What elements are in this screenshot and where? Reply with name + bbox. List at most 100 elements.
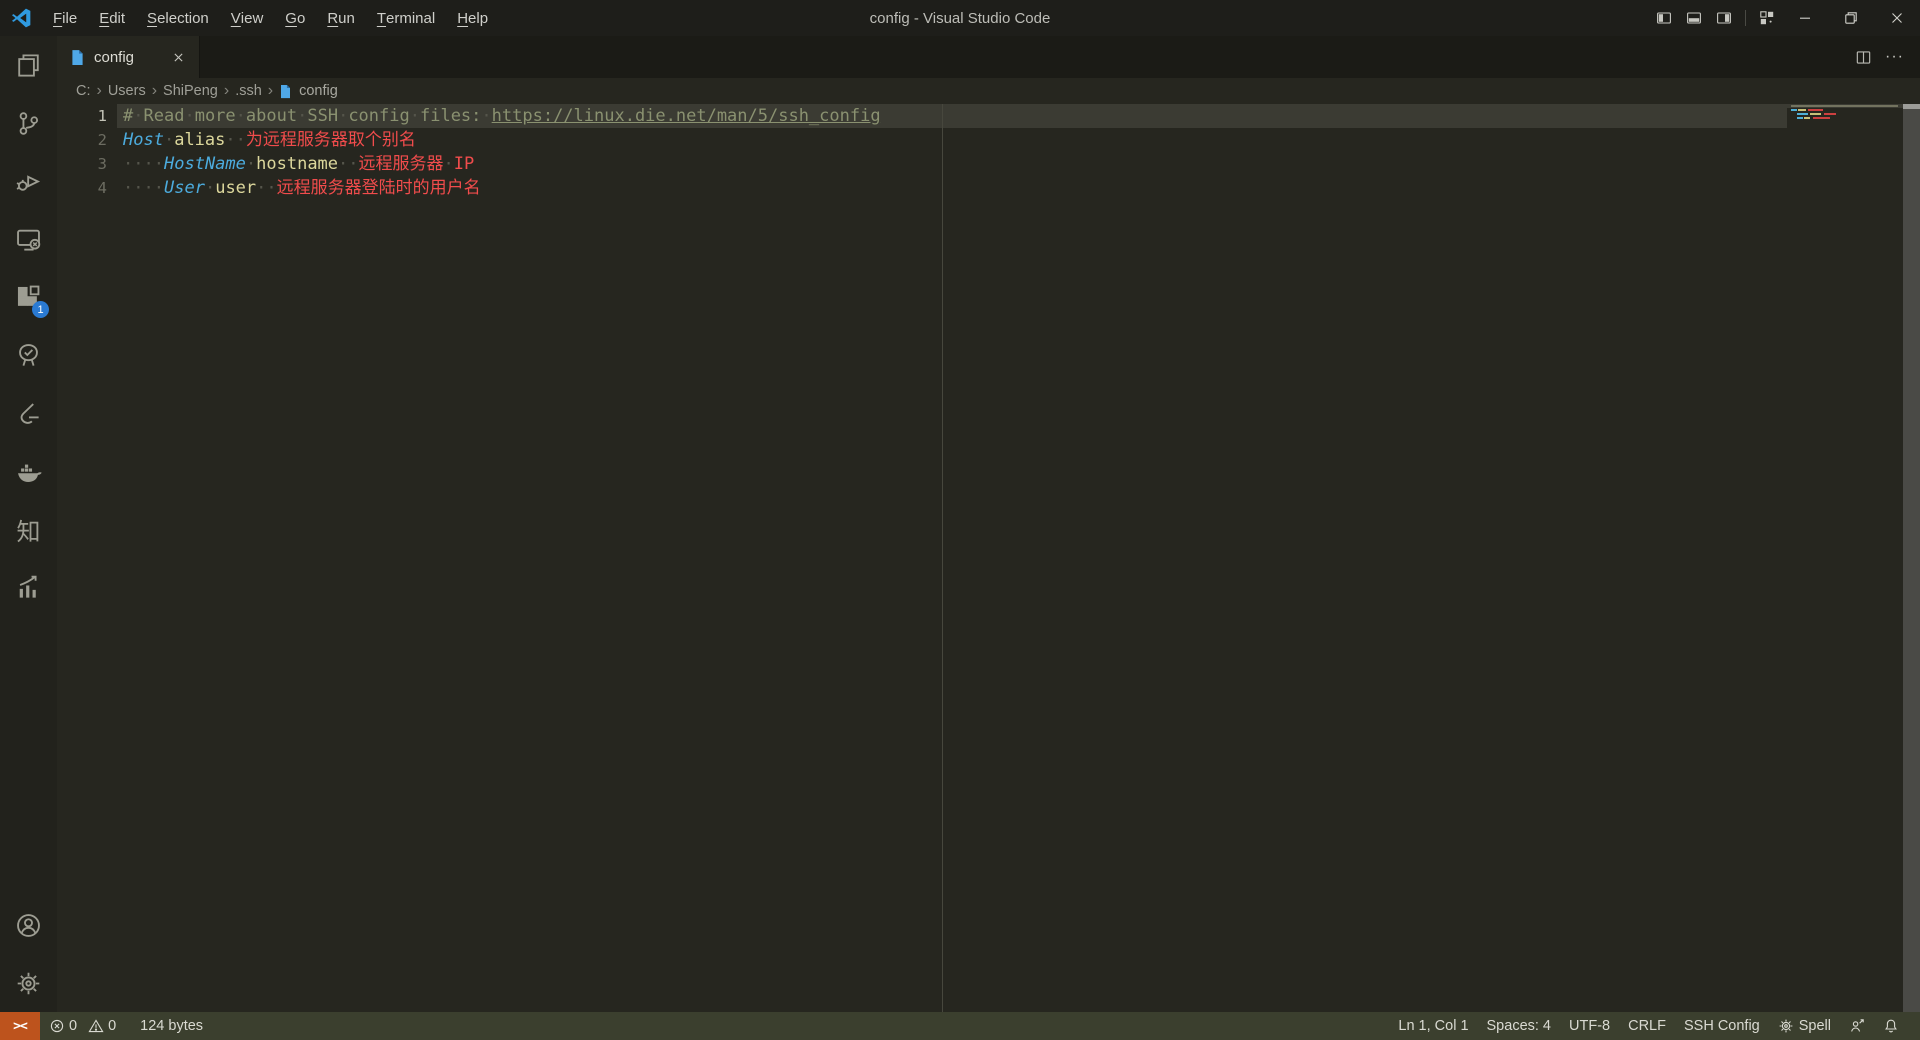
activity-zhihu[interactable]: 知 [0,500,57,558]
more-actions-icon: ··· [1885,48,1904,66]
debug-icon [15,168,42,195]
scrollbar[interactable] [1903,104,1920,1012]
remote-indicator[interactable]: >< [0,1012,40,1040]
line-number: 4 [57,176,107,200]
file-size-status[interactable]: 124 bytes [131,1012,212,1040]
titlebar-controls [1649,0,1920,36]
panel-left-icon [1656,10,1672,26]
indentation-status[interactable]: Spaces: 4 [1478,1012,1561,1040]
stats-icon [15,574,42,601]
person-icon [1849,1018,1865,1034]
token-comment-link: https://linux.die.net/man/5/ssh_config [492,106,881,126]
token-annotation: 远程服务器·IP [359,154,475,174]
status-left: >< 00124 bytes [0,1012,212,1040]
encoding-status[interactable]: UTF-8 [1560,1012,1619,1040]
breadcrumb-segment[interactable]: ShiPeng [162,83,219,99]
menu-bar: FileEditSelectionViewGoRunTerminalHelp [42,0,499,36]
close-icon[interactable] [167,46,189,68]
split-editor-icon [1855,49,1872,66]
breadcrumb-file[interactable]: config [278,83,338,99]
customize-layout-button[interactable] [1752,5,1782,31]
account-icon [15,912,42,939]
panel-right-toggle[interactable] [1709,5,1739,31]
minimize-icon [1797,10,1813,26]
problems-status[interactable]: 00 [40,1012,131,1040]
error-icon [49,1018,65,1034]
activity-stats[interactable] [0,558,57,616]
status-bar: >< 00124 bytes Ln 1, Col 1Spaces: 4UTF-8C… [0,1012,1920,1040]
menu-run[interactable]: Run [316,0,366,36]
title-bar: FileEditSelectionViewGoRunTerminalHelp c… [0,0,1920,36]
token-keyword: HostName [164,154,246,174]
cursor-position-status[interactable]: Ln 1, Col 1 [1389,1012,1477,1040]
editor-actions: ··· [1848,36,1920,78]
menu-file[interactable]: File [42,0,88,36]
menu-help[interactable]: Help [446,0,499,36]
zhihu-icon: 知 [17,512,41,547]
chevron-right-icon: › [97,82,102,100]
line-content: #·Read·more·about·SSH·config·files:·http… [117,104,1787,128]
token-annotation: 为远程服务器取个别名 [246,130,416,150]
token-value: hostname [256,154,338,174]
restore-button[interactable] [1828,0,1874,36]
code-line-4: 4 ····User·user··远程服务器登陆时的用户名 [57,176,1787,200]
spell-checker-status[interactable]: Spell [1769,1012,1840,1040]
split-editor-button[interactable] [1848,42,1879,72]
status-right: Ln 1, Col 1Spaces: 4UTF-8CRLFSSH ConfigS… [1389,1012,1920,1040]
tab-label: config [94,49,167,66]
activity-accounts[interactable] [0,896,57,954]
menu-view[interactable]: View [220,0,275,36]
token-keyword: Host [123,130,164,150]
activity-docker[interactable] [0,442,57,500]
breadcrumb-file-label: config [299,83,338,99]
chevron-right-icon: › [224,82,229,100]
end-of-line-status[interactable]: CRLF [1619,1012,1675,1040]
notifications-status[interactable] [1874,1012,1908,1040]
token-keyword: User [164,178,205,198]
activity-explorer[interactable] [0,36,57,94]
panel-bottom-toggle[interactable] [1679,5,1709,31]
activity-bar: 1知 [0,36,57,1012]
tab-config[interactable]: config [57,36,200,78]
activity-remote-explorer[interactable] [0,210,57,268]
menu-edit[interactable]: Edit [88,0,136,36]
line-number: 2 [57,128,107,152]
menu-terminal[interactable]: Terminal [366,0,446,36]
language-mode-status[interactable]: SSH Config [1675,1012,1769,1040]
activity-leetcode[interactable] [0,384,57,442]
warning-icon [88,1018,104,1034]
menu-selection[interactable]: Selection [136,0,220,36]
column-ruler [942,104,943,1012]
breadcrumb-segment[interactable]: C: [75,83,92,99]
token-value: alias [174,130,225,150]
remote-icon: >< [13,1019,27,1034]
badge: 1 [32,301,49,318]
minimap[interactable] [1787,104,1903,1012]
restore-icon [1843,10,1859,26]
code-editor[interactable]: 1#·Read·more·about·SSH·config·files:·htt… [57,104,1920,1012]
overview-cursor-marker [1903,104,1920,109]
line-content: Host·alias··为远程服务器取个别名 [117,128,1787,152]
more-actions-button[interactable]: ··· [1879,42,1910,72]
line-content: ····User·user··远程服务器登陆时的用户名 [117,176,1787,200]
testing-icon [15,342,42,369]
activity-testing[interactable] [0,326,57,384]
activity-run-and-debug[interactable] [0,152,57,210]
feedback-status[interactable] [1840,1012,1874,1040]
file-icon [278,84,293,99]
chevron-right-icon: › [268,82,273,100]
minimize-button[interactable] [1782,0,1828,36]
layout-icon [1759,10,1775,26]
panel-right-icon [1716,10,1732,26]
breadcrumb-segment[interactable]: .ssh [234,83,263,99]
code-line-2: 2 Host·alias··为远程服务器取个别名 [57,128,1787,152]
menu-go[interactable]: Go [274,0,316,36]
breadcrumb-segment[interactable]: Users [107,83,147,99]
panel-left-toggle[interactable] [1649,5,1679,31]
close-button[interactable] [1874,0,1920,36]
activity-settings[interactable] [0,954,57,1012]
activity-source-control[interactable] [0,94,57,152]
activity-extensions[interactable]: 1 [0,268,57,326]
docker-icon [15,458,42,485]
files-icon [15,52,42,79]
